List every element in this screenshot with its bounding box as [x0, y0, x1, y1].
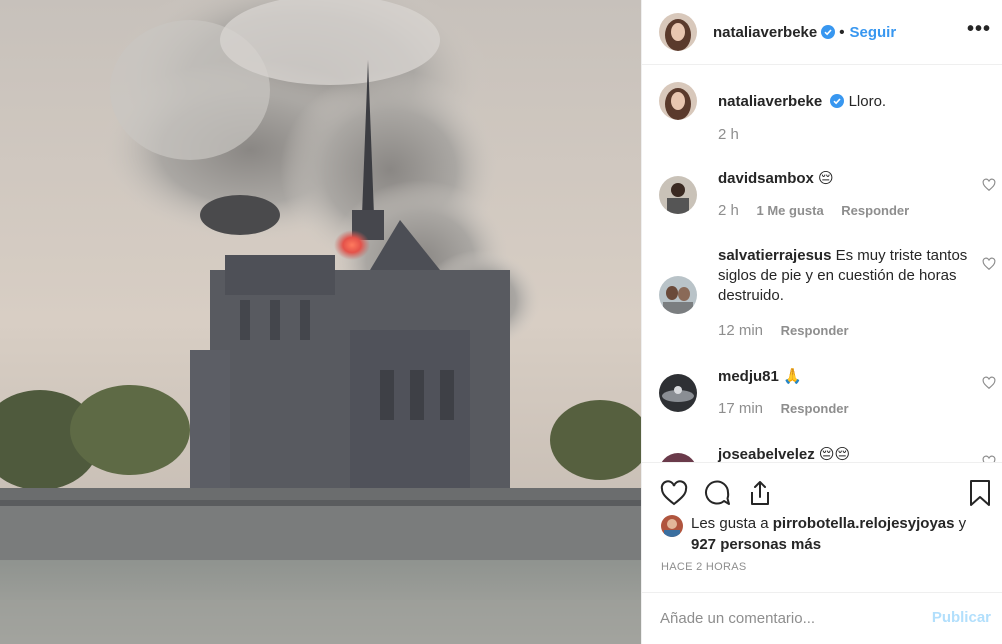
comments-list[interactable]: nataliaverbeke Lloro. 2 h davidsambox 😔 …	[642, 66, 1002, 462]
bookmark-icon[interactable]	[965, 478, 995, 508]
comment-username[interactable]: nataliaverbeke	[718, 93, 822, 110]
verified-badge-icon	[830, 94, 845, 108]
comment-likes-count[interactable]: 1 Me gusta	[756, 203, 823, 218]
likes-summary: Les gusta a pirrobotella.relojesyjoyas y…	[661, 513, 991, 555]
comment-text: Lloro.	[848, 93, 887, 110]
comment-username[interactable]: medju81	[718, 368, 779, 385]
add-comment-bar: Publicar	[642, 592, 1002, 644]
comment-time: 17 min	[718, 400, 764, 417]
liker-avatar[interactable]	[661, 515, 683, 537]
reply-button[interactable]: Responder	[781, 323, 849, 338]
post-photo[interactable]	[0, 0, 641, 644]
publish-button[interactable]: Publicar	[932, 609, 991, 626]
likes-prefix: Les gusta a	[691, 515, 769, 532]
comment-avatar[interactable]	[659, 82, 697, 120]
reply-button[interactable]: Responder	[781, 401, 849, 416]
post-side-panel: nataliaverbeke • Seguir ••• nataliaverbe…	[641, 0, 1002, 644]
comment-text: 😔	[818, 170, 834, 187]
liker-username[interactable]: pirrobotella.relojesyjoyas	[773, 515, 955, 532]
verified-badge-icon	[821, 25, 836, 39]
likes-conjunction: y	[958, 515, 967, 532]
comment-time: 2 h	[718, 126, 739, 143]
share-icon[interactable]	[745, 478, 775, 508]
post-time-ago[interactable]: HACE 2 HORAS	[661, 561, 747, 573]
comment-avatar[interactable]	[659, 176, 697, 214]
comment-username[interactable]: davidsambox	[718, 170, 814, 187]
comment-time: 12 min	[718, 322, 764, 339]
follow-button[interactable]: Seguir	[850, 24, 897, 41]
comment-avatar[interactable]	[659, 374, 697, 412]
comment-time: 2 h	[718, 202, 739, 219]
reply-button[interactable]: Responder	[841, 203, 909, 218]
more-options-icon[interactable]: •••	[967, 19, 991, 39]
comment-like-heart-icon[interactable]	[982, 257, 996, 271]
comment-like-heart-icon[interactable]	[982, 455, 996, 462]
post-actions: Les gusta a pirrobotella.relojesyjoyas y…	[642, 462, 1002, 592]
author-avatar[interactable]	[659, 13, 697, 51]
likes-count[interactable]: 927 personas más	[691, 536, 821, 553]
comment-text: 😔😔	[818, 446, 851, 462]
comment-text: 🙏	[783, 368, 802, 385]
author-username[interactable]: nataliaverbeke	[713, 24, 817, 41]
separator-dot: •	[839, 23, 845, 41]
comment-avatar[interactable]	[659, 276, 697, 314]
comment-username[interactable]: joseabelvelez	[718, 446, 815, 462]
heart-outline-icon[interactable]	[659, 478, 689, 508]
comment-username[interactable]: salvatierrajesus	[718, 247, 831, 264]
post-header: nataliaverbeke • Seguir •••	[642, 0, 1002, 65]
notre-dame-fire-image	[0, 0, 641, 644]
comment-input[interactable]	[660, 610, 910, 627]
comment-like-heart-icon[interactable]	[982, 178, 996, 192]
comment-like-heart-icon[interactable]	[982, 376, 996, 390]
speech-bubble-icon[interactable]	[702, 478, 732, 508]
comment-avatar[interactable]	[659, 453, 697, 462]
